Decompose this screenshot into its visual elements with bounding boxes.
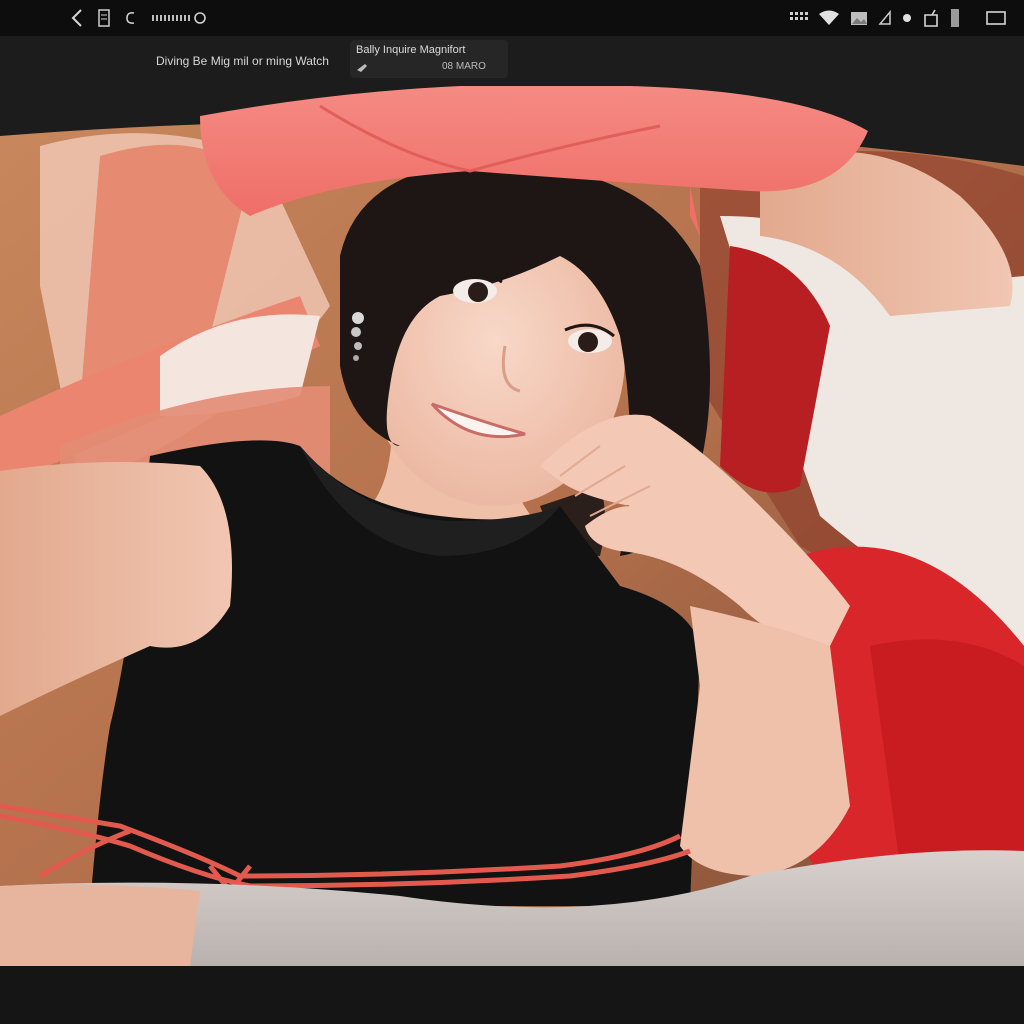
- grid-icon: [790, 11, 808, 25]
- caption-card-subtitle: 08 MARO: [442, 61, 486, 72]
- dot-icon: [902, 13, 912, 23]
- pin-icon: [356, 60, 368, 78]
- caption-card-title: Bally Inquire Magnifort: [356, 44, 466, 56]
- caption-card[interactable]: Bally Inquire Magnifort 08 MARO: [350, 40, 508, 78]
- knee: [0, 884, 200, 966]
- wifi-icon: [818, 10, 840, 26]
- caption-text: Diving Be Mig mil or ming Watch: [156, 54, 329, 68]
- status-bar: [0, 0, 1024, 36]
- battery-icon: [950, 8, 960, 28]
- status-bar-left: [70, 6, 208, 30]
- sim-icon: [98, 9, 110, 27]
- window-icon[interactable]: [986, 10, 1006, 26]
- status-bar-right: [790, 6, 1006, 30]
- notification-icon: [922, 9, 940, 27]
- back-chevron-icon[interactable]: [70, 8, 84, 28]
- bottom-bar: [0, 966, 1024, 1024]
- image-icon: [850, 10, 868, 26]
- forearm: [680, 606, 850, 876]
- selfie-photo: [0, 86, 1024, 966]
- location-icon: [878, 10, 892, 26]
- signal-text-icon: [152, 11, 208, 25]
- clock-icon: [124, 10, 138, 26]
